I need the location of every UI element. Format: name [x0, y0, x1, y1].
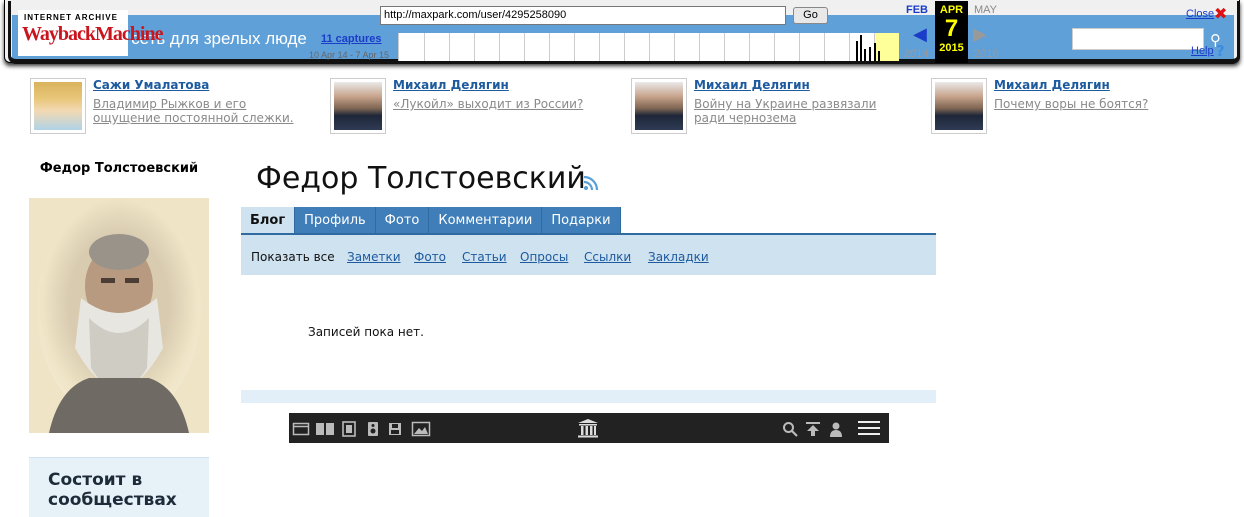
capture-sparkline[interactable]	[398, 33, 899, 61]
help-link[interactable]: Help	[1191, 45, 1214, 57]
software-icon[interactable]	[387, 421, 405, 437]
author-avatar[interactable]	[931, 78, 987, 134]
recommendation-author[interactable]: Михаил Делягин	[393, 78, 509, 92]
recommendation-item[interactable]: Михаил Делягин Войну на Украине развязал…	[631, 78, 921, 134]
prev-year: 2014	[904, 48, 929, 60]
communities-title: Состоит в сообществах	[48, 470, 177, 510]
sparkline-gridline	[499, 33, 500, 61]
sparkline-gridline	[849, 33, 850, 61]
recommendation-item[interactable]: Михаил Делягин Почему воры не боятся?	[931, 78, 1221, 134]
sparkline-capture-bar[interactable]	[864, 49, 866, 61]
recommendation-title[interactable]: «Лукойл» выходит из России?	[393, 97, 608, 111]
filter-links[interactable]: Ссылки	[584, 250, 631, 264]
close-link[interactable]: Close	[1186, 8, 1214, 20]
recommendation-item[interactable]: Михаил Делягин «Лукойл» выходит из Росси…	[330, 78, 620, 134]
filter-show-all[interactable]: Показать все	[251, 250, 335, 264]
sparkline-gridline	[474, 33, 475, 61]
captures-link[interactable]: 11 captures	[321, 33, 382, 45]
embedded-archive-panel	[289, 413, 889, 512]
current-month: APR	[939, 4, 964, 16]
upload-icon[interactable]	[805, 421, 823, 437]
texts-icon[interactable]	[315, 421, 334, 437]
profile-tabs: Блог Профиль Фото Комментарии Подарки	[241, 207, 621, 234]
content-footer-strip	[241, 390, 936, 403]
sparkline-gridline	[724, 33, 725, 61]
sparkline-gridline	[799, 33, 800, 61]
sparkline-gridline	[774, 33, 775, 61]
current-capture-date: APR 7 2015	[935, 1, 968, 63]
wayback-url-input[interactable]: http://maxpark.com/user/4295258090	[380, 6, 786, 25]
sparkline-gridline	[449, 33, 450, 61]
logo-wayback-machine: WaybackMachine	[22, 23, 163, 45]
sparkline-gridline	[824, 33, 825, 61]
wayback-toolbar: а сеть для зрелых люде ⚲ INTERNET ARCHIV…	[0, 0, 1244, 67]
sparkline-gridline	[574, 33, 575, 61]
sparkline-capture-bar[interactable]	[869, 47, 871, 61]
sparkline-capture-bar[interactable]	[874, 43, 876, 61]
sparkline-gridline	[674, 33, 675, 61]
video-icon[interactable]	[341, 421, 359, 437]
sparkline-gridline	[549, 33, 550, 61]
filter-notes[interactable]: Заметки	[347, 250, 401, 264]
tab-blog[interactable]: Блог	[241, 207, 296, 234]
empty-blog-message: Записей пока нет.	[308, 325, 424, 339]
current-day: 7	[944, 15, 959, 42]
user-icon[interactable]	[828, 421, 846, 437]
page-title: Федор Толстоевский	[256, 161, 586, 196]
recommendation-author[interactable]: Михаил Делягин	[994, 78, 1110, 92]
prev-month-link[interactable]: FEB	[906, 4, 928, 16]
rss-icon[interactable]	[583, 175, 599, 191]
communities-panel: Состоит в сообществах	[29, 457, 209, 517]
tab-comments[interactable]: Комментарии	[429, 207, 543, 234]
recommendation-title[interactable]: Войну на Украине развязали ради чернозем…	[694, 97, 909, 125]
filter-articles[interactable]: Статьи	[462, 250, 507, 264]
sparkline-gridline	[524, 33, 525, 61]
prev-capture-arrow-icon[interactable]: ◀	[913, 24, 927, 45]
audio-icon[interactable]	[365, 421, 383, 437]
recommendation-title[interactable]: Владимир Рыжков и его ощущение постоянно…	[93, 97, 308, 125]
sparkline-capture-bar[interactable]	[860, 35, 862, 61]
sparkline-gridline	[624, 33, 625, 61]
recommendation-author[interactable]: Сажи Умалатова	[93, 78, 209, 92]
tab-photo[interactable]: Фото	[375, 207, 430, 234]
current-year: 2015	[939, 42, 964, 54]
sparkline-gridline	[749, 33, 750, 61]
search-icon[interactable]	[782, 421, 800, 437]
author-avatar[interactable]	[30, 78, 86, 134]
sparkline-gridline	[699, 33, 700, 61]
captures-range: 10 Apr 14 - 7 Apr 15	[309, 50, 390, 60]
logo-internet-archive: INTERNET ARCHIVE	[24, 13, 118, 22]
help-icon[interactable]: ?	[1216, 42, 1225, 60]
go-button[interactable]: Go	[793, 7, 828, 24]
recommendation-item[interactable]: Сажи Умалатова Владимир Рыжков и его ощу…	[30, 78, 320, 134]
web-icon[interactable]	[292, 421, 310, 437]
tab-profile[interactable]: Профиль	[295, 207, 376, 234]
blog-filter-bar: Показать все Заметки Фото Статьи Опросы …	[241, 235, 936, 275]
recommendation-title[interactable]: Почему воры не боятся?	[994, 97, 1209, 111]
tab-gifts[interactable]: Подарки	[542, 207, 621, 234]
next-year: 2016	[974, 48, 999, 60]
sparkline-capture-bar[interactable]	[856, 41, 858, 61]
author-avatar[interactable]	[631, 78, 687, 134]
sparkline-gridline	[599, 33, 600, 61]
sparkline-gridline	[424, 33, 425, 61]
filter-polls[interactable]: Опросы	[520, 250, 568, 264]
next-month: MAY	[974, 4, 998, 16]
filter-photo[interactable]: Фото	[414, 250, 446, 264]
author-avatar[interactable]	[330, 78, 386, 134]
archive-logo-icon[interactable]	[577, 418, 599, 438]
sparkline-capture-bar[interactable]	[878, 51, 880, 61]
archive-media-toolbar	[289, 413, 889, 443]
profile-name: Федор Толстоевский	[39, 161, 199, 176]
sparkline-gridline	[649, 33, 650, 61]
menu-icon[interactable]	[858, 420, 880, 436]
wayback-logo[interactable]: INTERNET ARCHIVE WaybackMachine	[18, 10, 163, 56]
recommendation-author[interactable]: Михаил Делягин	[694, 78, 810, 92]
close-icon[interactable]: ✖	[1214, 4, 1227, 23]
filter-bookmarks[interactable]: Закладки	[648, 250, 709, 264]
images-icon[interactable]	[411, 421, 431, 437]
next-capture-arrow-icon: ▶	[973, 24, 987, 45]
profile-photo[interactable]	[29, 198, 209, 433]
